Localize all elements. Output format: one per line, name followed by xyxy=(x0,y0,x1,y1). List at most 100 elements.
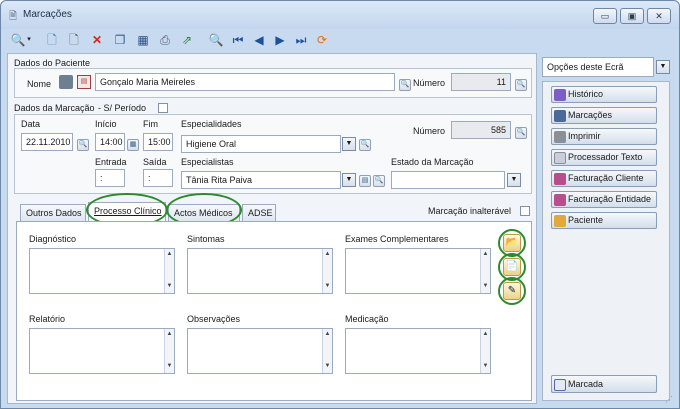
entry-label: Entrada xyxy=(95,157,127,167)
app-window: 🗎 Marcações ▭ ▣ ✕ 🔍 ▾ 🗋 🗋 ✕ ❐ ▦ ⎙ ⇗ 🔍 ⏮ … xyxy=(0,0,680,409)
patient-button[interactable]: Paciente xyxy=(551,212,657,229)
start-field[interactable]: 14:00 xyxy=(95,133,125,151)
observations-scrollbar[interactable]: ▲ ▼ xyxy=(322,329,332,373)
status-marcada-icon xyxy=(554,378,566,391)
previous-record-icon[interactable]: ◀ xyxy=(250,31,268,49)
print-button-label: Imprimir xyxy=(568,131,601,141)
appointment-number-label: Número xyxy=(413,126,446,136)
dropdown-arrow-icon[interactable]: ▾ xyxy=(25,31,33,49)
status-marcada-button[interactable]: Marcada xyxy=(551,375,657,393)
entity-billing-button[interactable]: Facturação Entidade xyxy=(551,191,657,208)
minimize-button[interactable]: ▭ xyxy=(593,8,617,24)
appointment-box: Data 22.11.2010 🔍 Início 14:00 ▦ Fim 15:… xyxy=(14,114,532,194)
last-record-icon[interactable]: ⏭ xyxy=(292,31,310,49)
specialist-select[interactable]: Tânia Rita Paiva xyxy=(181,171,341,189)
clinical-tab-panel: Diagnóstico ▲ ▼ Sintomas ▲ ▼ Exames Comple… xyxy=(16,221,532,401)
tab-outros-dados[interactable]: Outros Dados xyxy=(20,204,86,222)
observations-textarea[interactable]: ▲ ▼ xyxy=(187,328,333,374)
no-period-checkbox[interactable] xyxy=(158,103,168,113)
appointment-section-title: Dados da Marcação xyxy=(14,103,95,113)
print-button[interactable]: Imprimir xyxy=(551,128,657,145)
end-label: Fim xyxy=(143,119,158,129)
date-label: Data xyxy=(21,119,41,129)
app-icon: 🗎 xyxy=(9,11,18,22)
status-marcada-label: Marcada xyxy=(568,379,604,389)
resize-grip-icon[interactable]: ⋰ xyxy=(665,395,673,404)
exams-scrollbar[interactable]: ▲ ▼ xyxy=(480,249,490,293)
delete-icon[interactable]: ✕ xyxy=(88,31,106,49)
maximize-button[interactable]: ▣ xyxy=(620,8,644,24)
specialty-search-icon[interactable]: 🔍 xyxy=(359,139,371,151)
window-title: Marcações xyxy=(23,9,72,20)
text-processor-button[interactable]: Processador Texto xyxy=(551,149,657,166)
report-scrollbar[interactable]: ▲ ▼ xyxy=(164,329,174,373)
specialist-list-icon[interactable]: ▤ xyxy=(359,175,371,187)
client-billing-button[interactable]: Facturação Cliente xyxy=(551,170,657,187)
tab-adse[interactable]: ADSE xyxy=(242,204,276,222)
next-record-icon[interactable]: ▶ xyxy=(271,31,289,49)
patient-section-title: Dados do Paciente xyxy=(14,58,91,68)
exams-textarea[interactable]: ▲ ▼ xyxy=(345,248,491,294)
patient-number-field[interactable]: 11 xyxy=(451,73,511,91)
patient-card-icon[interactable] xyxy=(59,75,73,89)
specialty-select[interactable]: Higiene Oral xyxy=(181,135,341,153)
specialty-dropdown-icon[interactable]: ▼ xyxy=(342,137,356,151)
copy-icon[interactable]: ❐ xyxy=(111,31,129,49)
entity-billing-button-label: Facturação Entidade xyxy=(568,194,652,204)
date-field[interactable]: 22.11.2010 xyxy=(21,133,73,151)
unalterable-checkbox[interactable] xyxy=(520,206,530,216)
symptoms-label: Sintomas xyxy=(187,234,225,244)
patient-button-label: Paciente xyxy=(568,215,604,225)
appointments-icon xyxy=(554,109,566,122)
patient-name-field[interactable]: Gonçalo Maria Meireles xyxy=(95,73,395,91)
patient-list-icon[interactable]: ▤ xyxy=(77,75,91,89)
screen-options-select[interactable]: Opções deste Ecrã xyxy=(542,57,654,77)
symptoms-scrollbar[interactable]: ▲ ▼ xyxy=(322,249,332,293)
symptoms-textarea[interactable]: ▲ ▼ xyxy=(187,248,333,294)
status-select[interactable] xyxy=(391,171,505,189)
print-icon[interactable]: ⎙ xyxy=(156,31,174,49)
exams-label: Exames Complementares xyxy=(345,234,449,244)
date-search-icon[interactable]: 🔍 xyxy=(77,139,89,151)
appointment-number-field[interactable]: 585 xyxy=(451,121,511,139)
end-field[interactable]: 15:00 xyxy=(143,133,173,151)
specialist-search-icon[interactable]: 🔍 xyxy=(373,175,385,187)
time-calendar-icon[interactable]: ▦ xyxy=(127,139,139,151)
sidebar: Opções deste Ecrã ▼ Histórico Marcações … xyxy=(542,53,674,404)
new-document-icon[interactable]: 🗋 xyxy=(43,31,61,49)
preview-icon[interactable]: 🔍 xyxy=(207,31,225,49)
exit-field[interactable]: : xyxy=(143,169,173,187)
appointment-number-search-icon[interactable]: 🔍 xyxy=(515,127,527,139)
status-dropdown-icon[interactable]: ▼ xyxy=(507,173,521,187)
diagnostic-textarea[interactable]: ▲ ▼ xyxy=(29,248,175,294)
medication-label: Medicação xyxy=(345,314,389,324)
patient-box: Nome ▤ Gonçalo Maria Meireles 🔍 Número 1… xyxy=(14,68,532,98)
appointments-button[interactable]: Marcações xyxy=(551,107,657,124)
highlight-circle-edit xyxy=(498,277,526,305)
first-record-icon[interactable]: ⏮ xyxy=(229,31,247,49)
history-button-label: Histórico xyxy=(568,89,604,99)
client-billing-button-label: Facturação Cliente xyxy=(568,173,644,183)
document-icon[interactable]: 🗋 xyxy=(65,31,83,49)
medication-textarea[interactable]: ▲ ▼ xyxy=(345,328,491,374)
entry-field[interactable]: : xyxy=(95,169,125,187)
export-icon[interactable]: ⇗ xyxy=(178,31,196,49)
diagnostic-scrollbar[interactable]: ▲ ▼ xyxy=(164,249,174,293)
specialist-dropdown-icon[interactable]: ▼ xyxy=(342,173,356,187)
patient-name-search-icon[interactable]: 🔍 xyxy=(399,79,411,91)
history-button[interactable]: Histórico xyxy=(551,86,657,103)
exit-label: Saída xyxy=(143,157,167,167)
report-label: Relatório xyxy=(29,314,66,324)
screen-options-dropdown-icon[interactable]: ▼ xyxy=(656,60,670,74)
patient-number-search-icon[interactable]: 🔍 xyxy=(515,79,527,91)
refresh-icon[interactable]: ⟳ xyxy=(313,31,331,49)
name-label: Nome xyxy=(27,79,52,89)
specialists-label: Especialistas xyxy=(181,157,234,167)
entity-billing-icon xyxy=(554,193,566,206)
calendar-icon[interactable]: ▦ xyxy=(134,31,152,49)
close-button[interactable]: ✕ xyxy=(647,8,671,24)
report-textarea[interactable]: ▲ ▼ xyxy=(29,328,175,374)
medication-scrollbar[interactable]: ▲ ▼ xyxy=(480,329,490,373)
specialties-label: Especialidades xyxy=(181,119,242,129)
appointments-button-label: Marcações xyxy=(568,110,613,120)
